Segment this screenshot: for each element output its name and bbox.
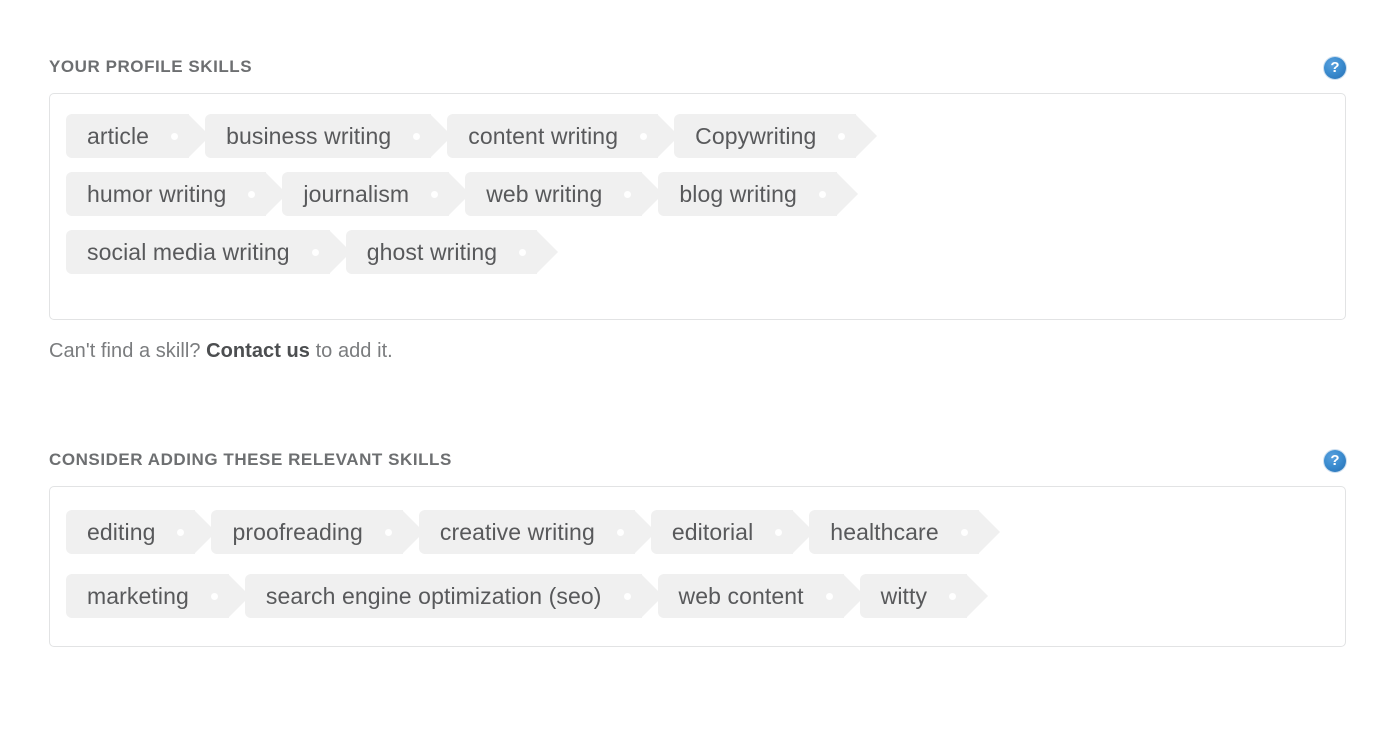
skill-tag[interactable]: business writing [205, 114, 453, 158]
tag-row: marketing search engine optimization (se… [66, 564, 1329, 628]
profile-skills-title: YOUR PROFILE SKILLS [49, 57, 253, 76]
suggested-skills-header: CONSIDER ADDING THESE RELEVANT SKILLS ? [49, 443, 1346, 477]
helper-text-after: to add it. [309, 340, 393, 362]
profile-skills-section: YOUR PROFILE SKILLS ? article business w… [49, 50, 1346, 364]
help-circle-icon[interactable]: ? [1324, 450, 1346, 472]
suggested-skills-section: CONSIDER ADDING THESE RELEVANT SKILLS ? … [49, 443, 1346, 647]
suggested-skill-tag[interactable]: editorial [650, 510, 815, 554]
skill-helper-line: Can't find a skill? Contact us to add it… [49, 338, 1346, 364]
suggested-skill-tag[interactable]: web content [657, 574, 865, 618]
contact-us-link[interactable]: Contact us [206, 340, 310, 362]
suggested-skill-tag[interactable]: healthcare [809, 510, 1001, 554]
skill-tag[interactable]: Copywriting [674, 114, 878, 158]
tag-row: humor writing journalism web writing blo… [66, 165, 1329, 223]
profile-skills-box: article business writing content writing… [49, 93, 1346, 320]
suggested-skills-title: CONSIDER ADDING THESE RELEVANT SKILLS [49, 450, 452, 469]
skill-tag[interactable]: article [66, 114, 211, 158]
skill-tag[interactable]: blog writing [658, 172, 858, 216]
tag-row: article business writing content writing… [66, 107, 1329, 165]
help-circle-icon[interactable]: ? [1324, 57, 1346, 79]
suggested-skill-tag[interactable]: creative writing [418, 510, 656, 554]
skill-tag[interactable]: ghost writing [345, 230, 559, 274]
skills-page: YOUR PROFILE SKILLS ? article business w… [0, 0, 1378, 740]
suggested-skill-tag[interactable]: proofreading [211, 510, 425, 554]
tag-row: editing proofreading creative writing ed… [66, 500, 1329, 564]
suggested-skill-tag[interactable]: editing [66, 510, 218, 554]
profile-skills-header: YOUR PROFILE SKILLS ? [49, 50, 1346, 84]
skill-tag[interactable]: journalism [282, 172, 470, 216]
skill-tag[interactable]: humor writing [66, 172, 288, 216]
suggested-skills-box: editing proofreading creative writing ed… [49, 486, 1346, 647]
helper-text-before: Can't find a skill? [49, 340, 207, 362]
help-icon-glyph: ? [1330, 451, 1340, 469]
suggested-skill-tag[interactable]: marketing [66, 574, 250, 618]
skill-tag[interactable]: content writing [447, 114, 679, 158]
suggested-skill-tag[interactable]: search engine optimization (seo) [244, 574, 663, 618]
tag-row: social media writing ghost writing [66, 223, 1329, 281]
skill-tag[interactable]: social media writing [66, 230, 351, 274]
help-icon-glyph: ? [1330, 58, 1340, 76]
suggested-skill-tag[interactable]: witty [859, 574, 988, 618]
skill-tag[interactable]: web writing [465, 172, 664, 216]
